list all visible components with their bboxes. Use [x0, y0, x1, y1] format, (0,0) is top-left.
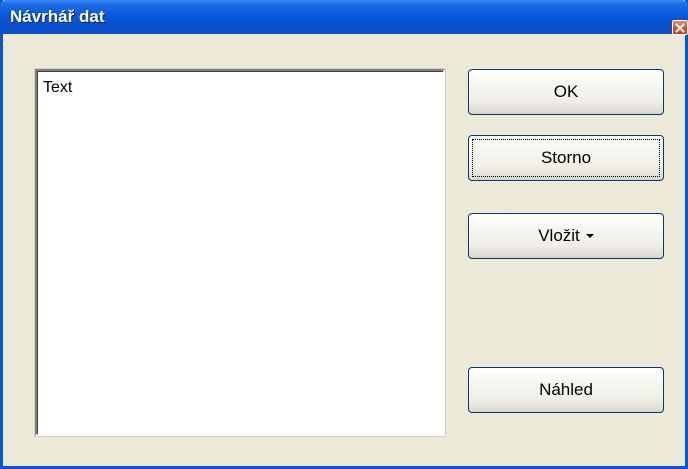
close-button[interactable]: [672, 20, 688, 35]
chevron-down-icon: [585, 234, 594, 238]
insert-button[interactable]: Vložit: [468, 213, 664, 259]
close-icon: [675, 22, 685, 33]
ok-button-label: OK: [553, 82, 579, 101]
preview-button-label: Náhled: [539, 380, 593, 399]
dialog-window: Návrhář dat Text OK Storno Vložit Náhled: [0, 0, 688, 469]
preview-button[interactable]: Náhled: [468, 367, 664, 413]
cancel-button[interactable]: Storno: [468, 135, 664, 181]
cancel-button-label: Storno: [540, 148, 592, 167]
text-editor-content: Text: [43, 79, 73, 96]
ok-button[interactable]: OK: [468, 69, 664, 115]
insert-button-label: Vložit: [538, 226, 580, 245]
title-bar[interactable]: Návrhář dat: [0, 0, 688, 35]
window-title: Návrhář dat: [10, 7, 105, 26]
text-editor[interactable]: Text: [35, 69, 445, 436]
